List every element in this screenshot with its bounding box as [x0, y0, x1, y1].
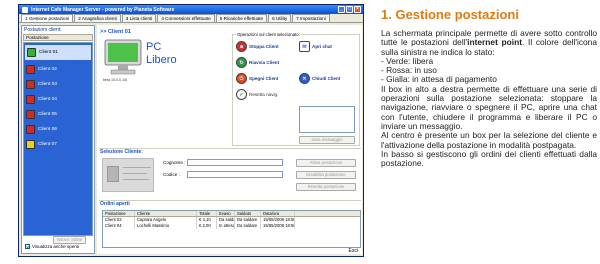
maximize-icon[interactable]: □ [346, 6, 353, 13]
show-off-checkbox-row[interactable]: Visualizza anche spenti [25, 244, 79, 249]
chat-icon: ✉ [299, 41, 310, 52]
monitor-icon [26, 95, 35, 104]
code-input[interactable] [187, 171, 283, 178]
show-off-checkbox[interactable] [25, 244, 30, 249]
client-item[interactable]: Client 04 [24, 92, 92, 107]
monitor-icon [26, 125, 35, 134]
restart-icon: ↻ [236, 57, 247, 68]
article-title: 1. Gestione postazioni [381, 7, 519, 22]
operations-title: Operazioni sul client selezionato: [236, 32, 301, 37]
client-list: Client 01 Client 02 Client 03 Client 04 … [23, 42, 93, 236]
article-body: La schermata principale permette di aver… [381, 28, 597, 169]
monitor-icon [26, 140, 35, 149]
client-status: PC Libero [146, 41, 177, 66]
app-icon [22, 6, 28, 13]
monitor-icon [26, 65, 35, 74]
tab-connessioni[interactable]: 4 Connessioni effettuate [157, 14, 215, 22]
client-item[interactable]: Client 03 [24, 77, 92, 92]
client-list-panel: Postazioni client: Postazione Client 01 … [21, 25, 95, 254]
table-row[interactable]: Client 04 Lochelli Massimo € 2,00 In att… [103, 223, 360, 229]
client-item[interactable]: Client 06 [24, 122, 92, 137]
surname-label: Cognome : [163, 160, 186, 165]
client-item[interactable]: Client 07 [24, 137, 92, 152]
window-title: Internet Cafe Manager Server - powered b… [31, 6, 175, 13]
app-window: Internet Cafe Manager Server - powered b… [18, 4, 364, 257]
disable-station-button[interactable]: Disabilita postazione [296, 171, 356, 179]
open-chat-button[interactable]: ✉ Apri chat [299, 41, 332, 52]
tab-strip: 1 Gestione postazioni 2 Anagrafica clien… [19, 14, 363, 23]
stop-icon: ■ [236, 41, 247, 52]
title-bar: Internet Cafe Manager Server - powered b… [19, 5, 363, 14]
reset-station-button[interactable]: Resetta postazione [296, 183, 356, 191]
client-item[interactable]: Client 01 [25, 45, 91, 60]
id-card-image [102, 158, 154, 192]
tab-ricariche[interactable]: 5 Ricariche effettuate [215, 14, 268, 22]
article: 1. Gestione postazioni La schermata prin… [381, 7, 597, 168]
client-selection-section: Selezione Cliente: Cognome : Codice : At… [99, 148, 361, 198]
stop-client-button[interactable]: ■ Stoppa Client [236, 41, 279, 52]
minimize-icon[interactable]: _ [338, 6, 345, 13]
tab-gestione-postazioni[interactable]: 1 Gestione postazioni [21, 14, 74, 22]
reset-navigation-button[interactable]: ✓ Resetta navig. [236, 89, 278, 100]
monitor-icon [27, 48, 36, 57]
orders-table: Postazione Cliente Totale Evaso Saldato … [102, 210, 361, 248]
monitor-icon [26, 110, 35, 119]
operations-box: Operazioni sul client selezionato: ■ Sto… [232, 32, 360, 146]
computer-icon [104, 39, 142, 75]
message-textarea[interactable] [299, 106, 355, 133]
client-item[interactable]: Client 02 [24, 62, 92, 77]
selected-client-title: >> Client 01 [100, 29, 131, 35]
new-order-button[interactable]: Nuovo ordine [53, 236, 86, 244]
restart-client-button[interactable]: ↻ Riavvia Client [236, 57, 279, 68]
activate-station-button[interactable]: Attiva postazione [296, 159, 356, 167]
tab-impostazioni[interactable]: 7 Impostazioni [292, 14, 330, 22]
reset-icon: ✓ [236, 89, 247, 100]
shutdown-client-button[interactable]: ⏻ Spegni Client [236, 73, 278, 84]
client-list-column[interactable]: Postazione [23, 34, 93, 41]
monitor-icon [26, 80, 35, 89]
send-message-button[interactable]: Invia messaggio [299, 136, 355, 144]
show-off-label: Visualizza anche spenti [32, 244, 79, 249]
power-icon: ⏻ [236, 73, 247, 84]
tab-utility[interactable]: 6 Utility [268, 14, 292, 22]
code-label: Codice : [163, 172, 180, 177]
client-item[interactable]: Client 05 [24, 107, 92, 122]
client-info: beta 10.0.0.1/6 [103, 78, 127, 82]
exit-link[interactable]: Esci [349, 248, 358, 254]
open-orders-section: Ordini aperti Postazione Cliente Totale … [99, 200, 361, 252]
tab-anagrafica-clienti[interactable]: 2 Anagrafica clienti [74, 14, 121, 22]
close-client-button[interactable]: ✕ Chiudi Client [299, 73, 340, 84]
main-panel: >> Client 01 beta 10.0.0.1/6 PC Libero O… [97, 25, 362, 254]
client-list-header: Postazioni client: [24, 27, 62, 33]
tab-lista-clienti[interactable]: 3 Lista clienti [121, 14, 157, 22]
surname-input[interactable] [187, 159, 283, 166]
client-selection-title: Selezione Cliente: [100, 149, 143, 155]
close-icon[interactable]: × [354, 6, 361, 13]
open-orders-title: Ordini aperti [100, 201, 130, 207]
close-client-icon: ✕ [299, 73, 310, 84]
